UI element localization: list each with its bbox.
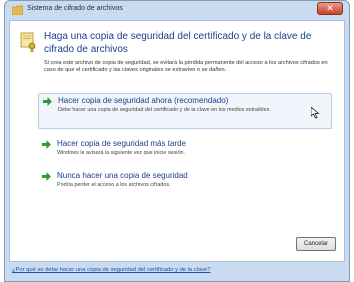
dialog-window: Sistema de cifrado de archivos ✕ Haga un… — [4, 0, 350, 282]
option-subtitle: Podría perder el acceso a los archivos c… — [57, 182, 171, 188]
option-title: Hacer copia de seguridad ahora (recomend… — [58, 96, 229, 105]
folder-icon — [12, 5, 23, 15]
mouse-cursor-icon — [311, 107, 320, 119]
option-title: Nunca hacer una copia de seguridad — [57, 171, 188, 180]
close-button[interactable]: ✕ — [317, 2, 343, 15]
cancel-button[interactable]: Cancelar — [296, 237, 336, 251]
green-arrow-icon — [42, 172, 51, 181]
certificate-key-icon — [20, 32, 36, 52]
title-bar[interactable]: Sistema de cifrado de archivos ✕ — [5, 1, 349, 19]
help-link[interactable]: ¿Por qué se debe hacer una copia de segu… — [12, 267, 211, 273]
green-arrow-icon — [43, 97, 52, 106]
option-backup-now[interactable]: Hacer copia de seguridad ahora (recomend… — [38, 93, 332, 129]
option-subtitle: Windows le avisará la siguiente vez que … — [57, 150, 185, 156]
description-text: Si crea este archivo de copia de segurid… — [44, 60, 328, 73]
option-backup-later[interactable]: Hacer copia de seguridad más tarde Windo… — [38, 137, 332, 163]
option-title: Hacer copia de seguridad más tarde — [57, 139, 186, 148]
dialog-content: Haga una copia de seguridad del certific… — [9, 20, 345, 262]
green-arrow-icon — [42, 140, 51, 149]
window-title: Sistema de cifrado de archivos — [27, 5, 123, 12]
page-title: Haga una copia de seguridad del certific… — [44, 31, 312, 55]
option-subtitle: Debe hacer una copia de seguridad del ce… — [58, 107, 271, 113]
option-never-backup[interactable]: Nunca hacer una copia de seguridad Podrí… — [38, 169, 332, 195]
